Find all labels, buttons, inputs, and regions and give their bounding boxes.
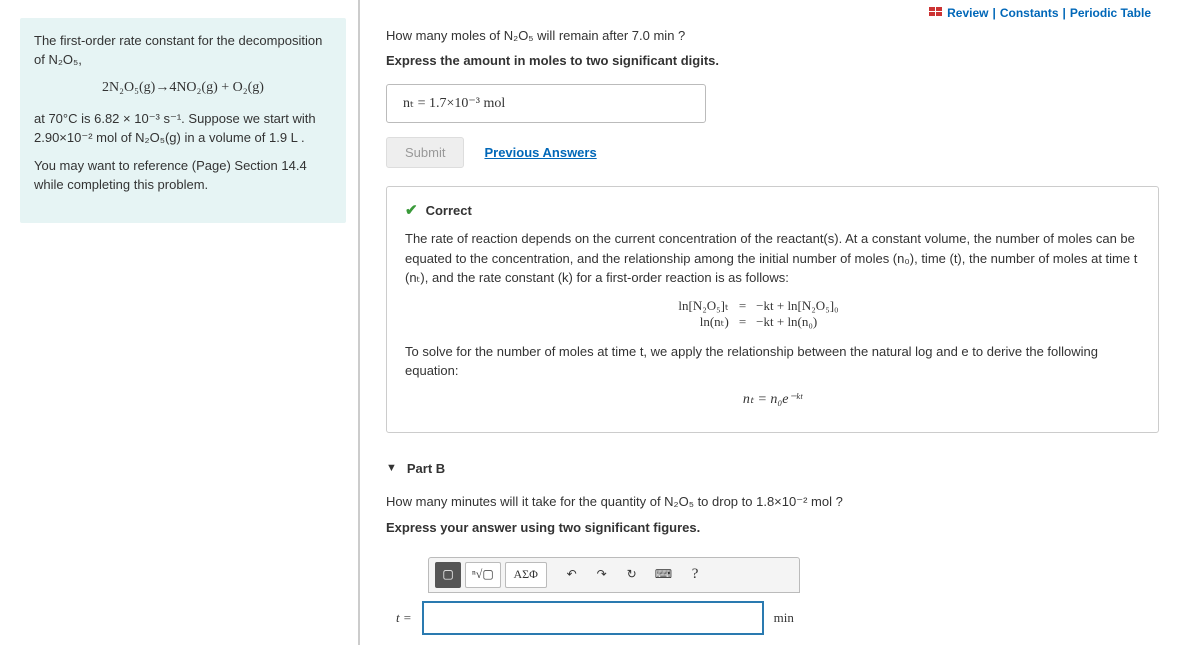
context-box: The first-order rate constant for the de… bbox=[20, 18, 346, 223]
part-b-question: How many minutes will it take for the qu… bbox=[386, 494, 1159, 510]
eq-eq: = bbox=[739, 314, 746, 330]
problem-context-panel: The first-order rate constant for the de… bbox=[0, 0, 360, 645]
variable-label: t = bbox=[396, 610, 412, 626]
flag-icon[interactable] bbox=[929, 6, 943, 20]
context-p2: at 70°C is 6.82 × 10⁻³ s⁻¹. Suppose we s… bbox=[34, 110, 332, 148]
part-a: How many moles of N₂O₅ will remain after… bbox=[386, 28, 1159, 433]
correct-label: Correct bbox=[426, 203, 472, 218]
feedback-eq2: ln(nₜ) = −kt + ln(n₀) bbox=[405, 314, 1140, 330]
context-equation: 2N₂O₅(g)→4NO₂(g) + O₂(g) bbox=[34, 80, 332, 96]
unit-label: min bbox=[774, 610, 794, 626]
greek-button[interactable]: ΑΣΦ bbox=[505, 562, 547, 588]
sep: | bbox=[992, 6, 995, 20]
eq-lhs: ln(nₜ) bbox=[639, 314, 729, 330]
previous-answers-link[interactable]: Previous Answers bbox=[484, 145, 596, 160]
problem-work-panel: Review | Constants | Periodic Table How … bbox=[360, 0, 1177, 645]
eq-eq: = bbox=[739, 298, 746, 314]
answer-toolbar: ▢ ⁿ√▢ ΑΣΦ ↶ ↷ ↻ ⌨ ? bbox=[428, 557, 800, 593]
templates-button[interactable]: ▢ bbox=[435, 562, 461, 588]
answer-input-row: t = min bbox=[386, 601, 1159, 635]
help-button[interactable]: ? bbox=[682, 562, 708, 588]
part-a-instruction: Express the amount in moles to two signi… bbox=[386, 53, 1159, 68]
eq-rhs: −kt + ln[N₂O₅]₀ bbox=[756, 298, 906, 314]
sep: | bbox=[1063, 6, 1066, 20]
undo-button[interactable]: ↶ bbox=[559, 562, 585, 588]
feedback-box: ✔ Correct The rate of reaction depends o… bbox=[386, 186, 1159, 433]
redo-button[interactable]: ↷ bbox=[589, 562, 615, 588]
submit-button: Submit bbox=[386, 137, 464, 168]
root-button[interactable]: ⁿ√▢ bbox=[465, 562, 501, 588]
constants-link[interactable]: Constants bbox=[1000, 6, 1059, 20]
part-a-buttons: Submit Previous Answers bbox=[386, 137, 1159, 168]
feedback-eq3: nₜ = n₀e⁻ᵏᵗ bbox=[405, 391, 1140, 408]
feedback-eq1: ln[N₂O₅]ₜ = −kt + ln[N₂O₅]₀ bbox=[405, 298, 1140, 314]
keyboard-button[interactable]: ⌨ bbox=[649, 562, 678, 588]
part-a-answer-display: nₜ = 1.7×10⁻³ mol bbox=[386, 84, 706, 123]
periodic-table-link[interactable]: Periodic Table bbox=[1070, 6, 1151, 20]
top-links: Review | Constants | Periodic Table bbox=[929, 6, 1151, 20]
context-p3: You may want to reference (Page) Section… bbox=[34, 157, 332, 195]
feedback-text-2: To solve for the number of moles at time… bbox=[405, 342, 1140, 381]
caret-down-icon: ▼ bbox=[386, 462, 397, 474]
part-a-question: How many moles of N₂O₅ will remain after… bbox=[386, 28, 1159, 43]
correct-indicator: ✔ Correct bbox=[405, 201, 1140, 219]
context-formula: N₂O₅, bbox=[48, 52, 81, 67]
eq-lhs: ln[N₂O₅]ₜ bbox=[639, 298, 729, 314]
check-icon: ✔ bbox=[405, 201, 418, 219]
eq-rhs: −kt + ln(n₀) bbox=[756, 314, 906, 330]
reset-button[interactable]: ↻ bbox=[619, 562, 645, 588]
answer-input[interactable] bbox=[422, 601, 764, 635]
feedback-text-1: The rate of reaction depends on the curr… bbox=[405, 229, 1140, 288]
context-p1: The first-order rate constant for the de… bbox=[34, 32, 332, 70]
part-b-header[interactable]: ▼ Part B bbox=[386, 461, 1159, 476]
part-b-instruction: Express your answer using two significan… bbox=[386, 520, 1159, 535]
part-b-title: Part B bbox=[407, 461, 445, 476]
review-link[interactable]: Review bbox=[947, 6, 988, 20]
